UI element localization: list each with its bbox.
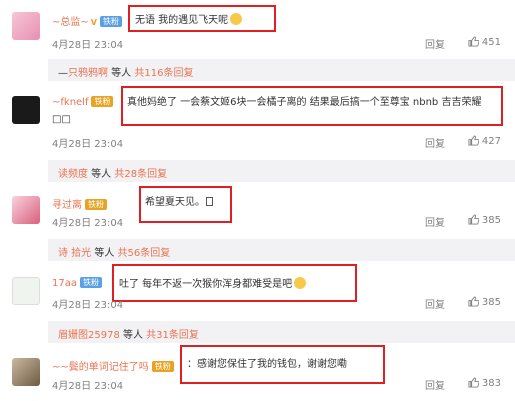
username[interactable]: 寻过离 铁粉 <box>52 196 107 211</box>
username-text[interactable]: 17aa <box>52 278 77 289</box>
reply-button[interactable]: 回复 <box>425 214 445 229</box>
fan-badge: 铁粉 <box>85 199 107 210</box>
thumbs-up-icon <box>468 135 479 146</box>
avatar[interactable] <box>12 96 40 124</box>
fan-badge: 铁粉 <box>99 16 122 27</box>
thumbs-up-icon <box>468 296 479 307</box>
like-count: 427 <box>481 136 501 147</box>
highlight-box <box>180 345 385 384</box>
reply-count-link[interactable]: 共31条回复 <box>146 330 199 341</box>
reply-button[interactable]: 回复 <box>425 377 445 392</box>
thumbs-up-icon <box>468 377 479 388</box>
username-text[interactable]: 寻过离 <box>52 200 82 211</box>
like-button[interactable]: 427 <box>468 135 501 147</box>
timestamp: 4月28日 23:04 <box>52 381 124 392</box>
reply-user-link[interactable]: 读频度 <box>58 169 88 180</box>
fan-badge: 铁粉 <box>79 277 102 288</box>
avatar[interactable] <box>12 12 40 40</box>
like-button[interactable]: 383 <box>468 377 501 389</box>
fan-badge: 铁粉 <box>91 96 114 107</box>
reply-summary[interactable]: 眉姗图25978 等人 共31条回复 <box>48 321 515 343</box>
reply-button[interactable]: 回复 <box>425 36 445 51</box>
highlight-box <box>121 86 503 126</box>
fan-badge: 铁粉 <box>151 361 174 372</box>
highlight-box <box>112 264 357 302</box>
comment-text-line2: □□ <box>52 114 71 125</box>
username-text[interactable]: ~fknelf <box>52 97 88 108</box>
username[interactable]: 17aa 铁粉 <box>52 277 102 289</box>
username[interactable]: ~总监~ V 铁粉 <box>52 13 122 28</box>
reply-rest: 等人 <box>108 68 135 79</box>
reply-rest: 等人 <box>119 330 147 341</box>
like-count: 385 <box>481 215 501 226</box>
timestamp: 4月28日 23:04 <box>52 218 124 229</box>
username[interactable]: ~~鬓的单词记住了吗 铁粉 <box>52 358 174 373</box>
reply-summary[interactable]: 诗 拾光 等人 共56条回复 <box>48 239 515 261</box>
vip-icon: V <box>90 18 97 27</box>
timestamp: 4月28日 23:04 <box>52 300 124 311</box>
like-button[interactable]: 385 <box>468 214 501 226</box>
timestamp: 4月28日 23:04 <box>52 40 124 51</box>
reply-user-link[interactable]: 只鸦鸦啊 <box>68 68 108 79</box>
thumbs-up-icon <box>468 214 479 225</box>
thumbs-up-icon <box>468 36 479 47</box>
reply-summary-text: 诗 拾光 等人 共56条回复 <box>58 244 170 259</box>
highlight-box <box>139 186 232 223</box>
reply-rest: 等人 <box>91 248 118 259</box>
like-count: 383 <box>481 378 501 389</box>
reply-rest: 等人 <box>88 169 115 180</box>
reply-count-link[interactable]: 共56条回复 <box>118 248 171 259</box>
like-count: 451 <box>481 37 501 48</box>
reply-summary[interactable]: 读频度 等人 共28条回复 <box>48 160 515 182</box>
username-text[interactable]: ~总监~ <box>52 17 89 28</box>
highlight-box <box>128 5 276 32</box>
like-button[interactable]: 385 <box>468 296 501 308</box>
avatar[interactable] <box>12 277 40 305</box>
avatar[interactable] <box>12 358 40 386</box>
reply-user-link[interactable]: 眉姗图25978 <box>58 330 120 341</box>
username-text[interactable]: ~~鬓的单词记住了吗 <box>52 362 149 373</box>
reply-summary[interactable]: —只鸦鸦啊 等人 共116条回复 <box>48 59 515 81</box>
username[interactable]: ~fknelf 铁粉 <box>52 96 114 108</box>
avatar[interactable] <box>12 196 40 224</box>
reply-button[interactable]: 回复 <box>425 296 445 311</box>
timestamp: 4月28日 23:04 <box>52 139 124 150</box>
like-button[interactable]: 451 <box>468 36 501 48</box>
reply-user-link[interactable]: 诗 拾光 <box>58 248 91 259</box>
reply-button[interactable]: 回复 <box>425 135 445 150</box>
reply-summary-text: 眉姗图25978 等人 共31条回复 <box>58 326 199 341</box>
reply-summary-text: —只鸦鸦啊 等人 共116条回复 <box>58 68 194 79</box>
reply-count-link[interactable]: 共116条回复 <box>134 68 193 79</box>
reply-count-link[interactable]: 共28条回复 <box>114 169 167 180</box>
like-count: 385 <box>481 297 501 308</box>
reply-summary-text: 读频度 等人 共28条回复 <box>58 165 167 180</box>
